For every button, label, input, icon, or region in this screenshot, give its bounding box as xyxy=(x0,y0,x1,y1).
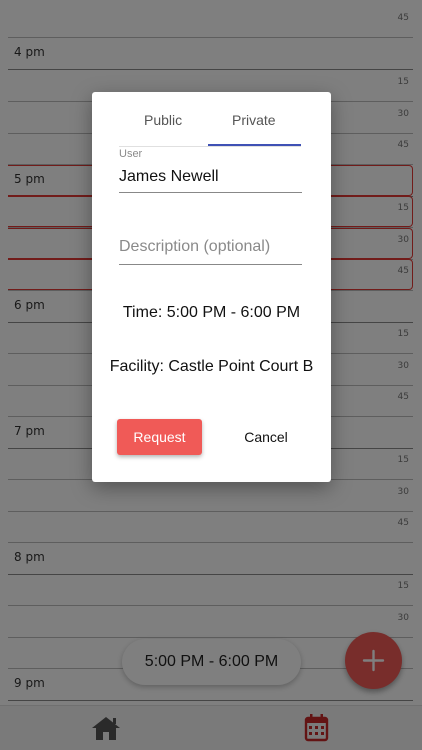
description-field-underline xyxy=(119,264,302,265)
user-field[interactable]: James Newell xyxy=(119,168,219,186)
booking-dialog: Public Private User James Newell Descrip… xyxy=(92,92,331,482)
user-field-label: User xyxy=(119,148,143,160)
tabs-divider xyxy=(119,146,301,147)
time-text: Time: 5:00 PM - 6:00 PM xyxy=(122,304,301,321)
tab-indicator xyxy=(208,144,301,146)
request-button[interactable]: Request xyxy=(117,419,202,455)
tab-public[interactable]: Public xyxy=(144,112,182,128)
tab-private[interactable]: Private xyxy=(232,112,276,128)
user-field-underline xyxy=(119,192,302,193)
facility-text: Facility: Castle Point Court B xyxy=(109,358,314,375)
description-field[interactable]: Description (optional) xyxy=(119,238,270,256)
cancel-button[interactable]: Cancel xyxy=(227,419,305,455)
